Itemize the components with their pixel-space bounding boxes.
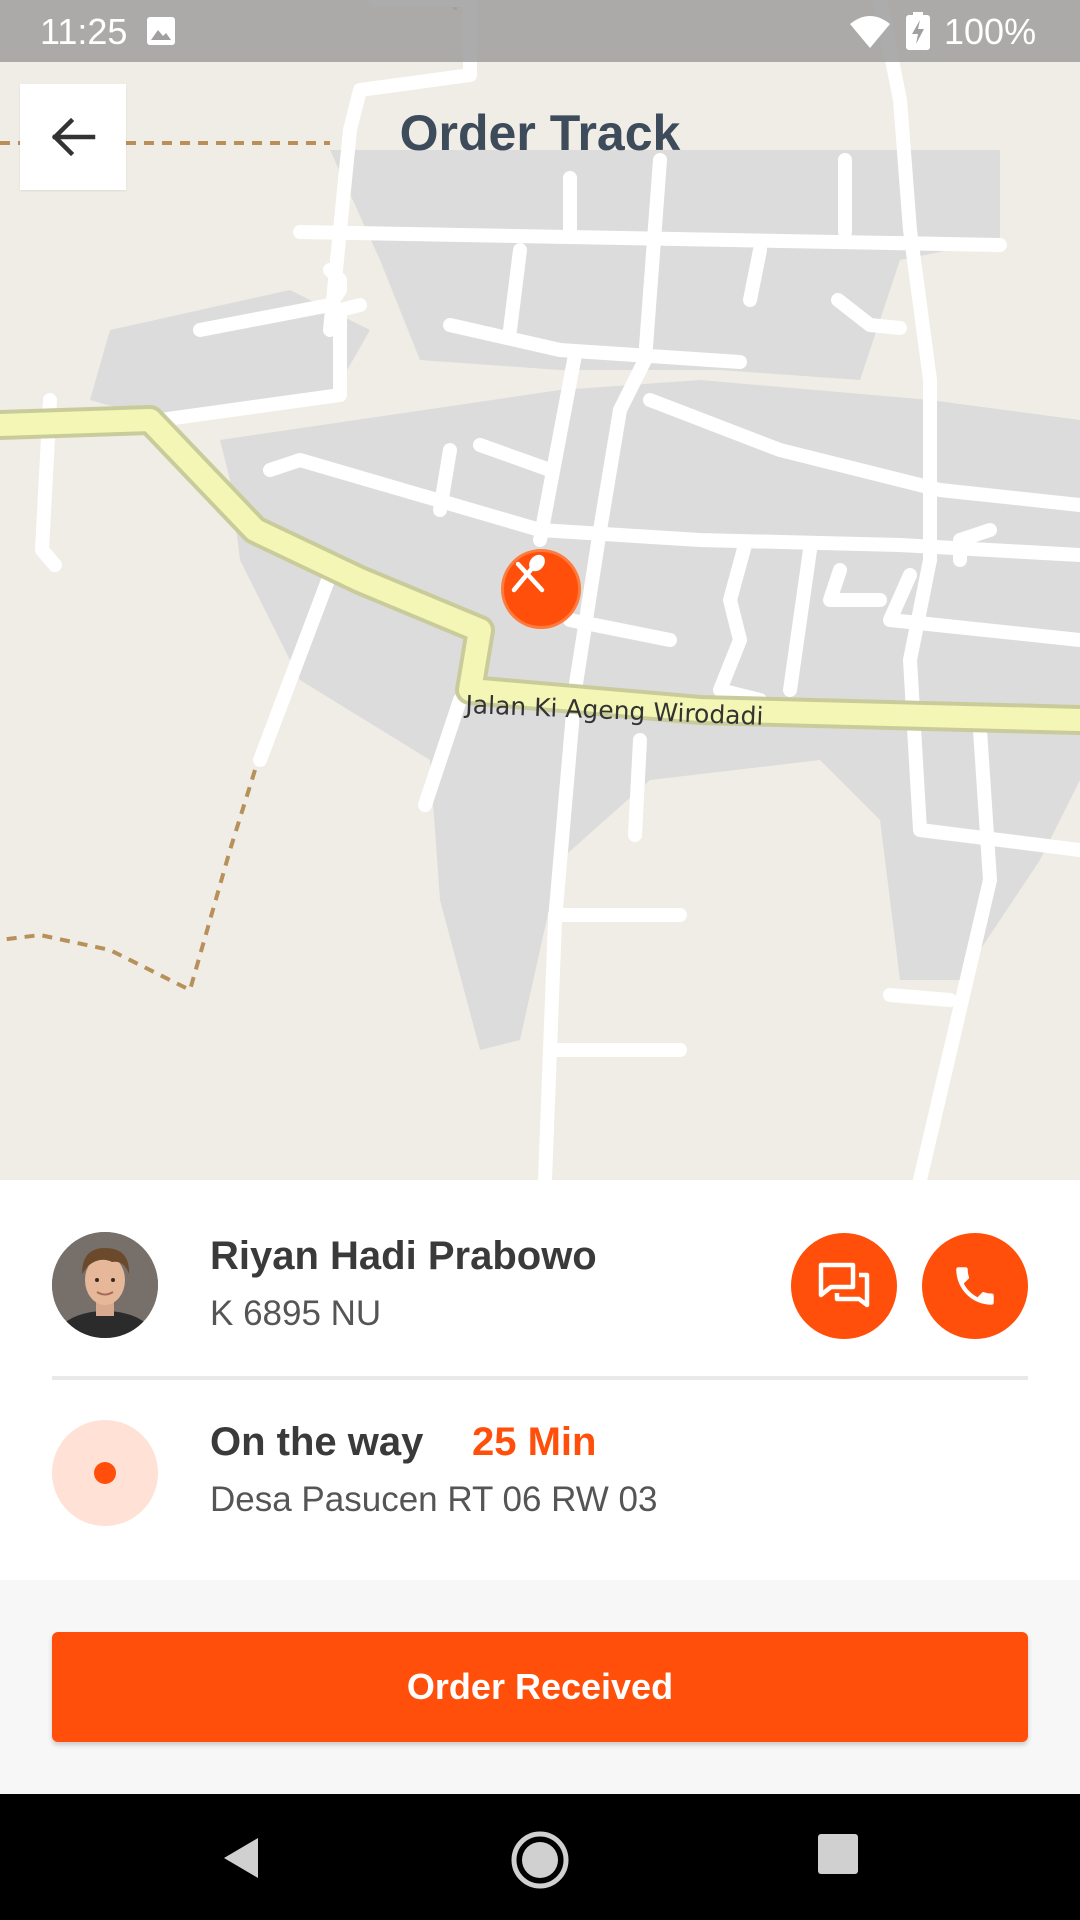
driver-avatar xyxy=(52,1232,158,1338)
trip-status-indicator xyxy=(52,1420,158,1526)
arrow-left-icon xyxy=(51,117,96,157)
vehicle-plate: K 6895 NU xyxy=(210,1294,382,1333)
order-received-button[interactable]: Order Received xyxy=(52,1632,1028,1742)
trip-status: On the way xyxy=(210,1420,424,1464)
action-area: Order Received xyxy=(0,1580,1080,1794)
image-icon xyxy=(147,17,175,45)
order-details-panel: Riyan Hadi Prabowo K 6895 NU On the way … xyxy=(0,1180,1080,1580)
delivery-address: Desa Pasucen RT 06 RW 03 xyxy=(210,1480,658,1519)
navigation-bar xyxy=(0,1794,1080,1920)
nav-back-icon[interactable] xyxy=(214,1830,270,1886)
restaurant-marker[interactable] xyxy=(501,549,581,629)
chat-button[interactable] xyxy=(791,1233,897,1339)
wifi-icon xyxy=(850,16,890,48)
nav-recents-icon[interactable] xyxy=(816,1832,860,1876)
map-view[interactable]: Jalan Ki Ageng Wirodadi xyxy=(0,0,1080,1180)
status-time: 11:25 xyxy=(40,11,128,52)
eta-time: 25 Min xyxy=(472,1420,597,1464)
status-bar: 11:25 100% xyxy=(0,0,1080,62)
divider xyxy=(52,1376,1028,1380)
status-dot xyxy=(94,1462,116,1484)
nav-home-icon[interactable] xyxy=(508,1828,572,1892)
chat-icon xyxy=(818,1262,870,1308)
order-track-screen: Jalan Ki Ageng Wirodadi 11:25 100% Order… xyxy=(0,0,1080,1920)
back-button[interactable] xyxy=(20,84,126,190)
battery-percent: 100% xyxy=(944,11,1037,52)
utensils-icon xyxy=(511,554,545,593)
call-button[interactable] xyxy=(922,1233,1028,1339)
phone-icon xyxy=(956,1267,994,1305)
battery-charging-icon xyxy=(906,12,930,50)
driver-name: Riyan Hadi Prabowo xyxy=(210,1234,597,1278)
